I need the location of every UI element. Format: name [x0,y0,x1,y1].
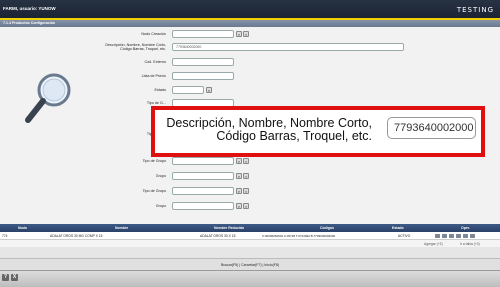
cell-nombre-reducido: ADALAT OROS 30 X 15 [200,234,236,238]
grupo-input[interactable] [172,172,234,180]
action-links[interactable]: Buscar(F5) | Cancelar(F7) | Inicio(F8) [0,263,500,267]
clear-icon[interactable]: × [243,173,249,179]
edit-icon[interactable] [435,234,440,238]
grupo-label: Grupo [155,174,166,178]
tipo-grupo-label: Tipo de G... [146,101,166,105]
lista-precio-input[interactable] [172,72,234,80]
tipo-grupo-label: Tipo de G... [46,132,166,136]
search-icon[interactable]: ⌕ [236,203,242,209]
column-estado[interactable]: Estado [392,226,404,230]
cell-estado: ACTIVO [398,234,411,238]
column-nombre-reducido[interactable]: Nombre Reducido [214,226,244,230]
row-lista-precio: Lista de Precio [0,72,500,81]
table-footer: Agregar (+Z) Ir a tabla (+0) [0,240,500,247]
estado-input[interactable] [172,86,204,94]
search-icon[interactable]: ⌕ [236,173,242,179]
row-cod-externo: Cód. Externo [0,58,500,67]
tipo-grupo-label: Tipo de Grupo [142,189,166,193]
copy-icon[interactable] [449,234,454,238]
cell-nombre: ADALAT OROS 30 MG COMP X 15 [50,234,103,238]
action-bar: Buscar(F5) | Cancelar(F7) | Inicio(F8) [0,258,500,270]
row-tipo-grupo-3: Tipo de Grupo ⌕ × [0,157,500,166]
row-tipo-grupo-4: Tipo de Grupo ⌕ × [0,187,500,196]
breadcrumb: 7.1.4 Productos Configuración [0,20,500,27]
descripcion-label-line2: Código Barras, Troquel, etc. [120,47,166,51]
cell-codigos: X:00006052991 A:03748 T:3744992 B:779364… [262,234,336,238]
close-button[interactable]: X [11,274,18,281]
clear-icon[interactable]: × [243,203,249,209]
column-oper: Oper. [461,226,470,230]
column-codigos[interactable]: Códigos [320,226,334,230]
status-bar: ? X [0,270,500,287]
clear-icon[interactable]: × [243,158,249,164]
list-icon[interactable] [463,234,468,238]
view-icon[interactable] [442,234,447,238]
descripcion-label: Descripción, Nombre, Nombre Corto, Códig… [46,43,166,51]
search-icon[interactable]: ⌕ [236,188,242,194]
cod-externo-input[interactable] [172,58,234,66]
app-title: FARMI, usuario: YUNOW [3,6,56,11]
search-icon[interactable]: ⌕ [206,87,212,93]
grupo-input[interactable] [172,202,234,210]
callout-input[interactable]: 7793640002000 [387,117,476,139]
search-icon[interactable]: ⌕ [236,158,242,164]
row-descripcion: Descripción, Nombre, Nombre Corto, Códig… [0,43,500,52]
row-nodo-creacion: Nodo Creación ⌕ × [0,30,500,39]
lista-precio-label: Lista de Precio [141,74,166,78]
row-actions [435,234,477,239]
go-to-table-link[interactable]: Ir a tabla (+0) [460,242,480,246]
callout-label-line2: Código Barras, Troquel, etc. [216,129,372,143]
descripcion-input[interactable]: 7793640002000 [172,43,404,51]
row-grupo-2: Grupo ⌕ × [0,202,500,211]
nodo-creacion-label: Nodo Creación [141,32,166,36]
top-bar: FARMI, usuario: YUNOW TESTING [0,0,500,20]
clear-icon[interactable]: × [243,188,249,194]
print-icon[interactable] [456,234,461,238]
add-link[interactable]: Agregar (+Z) [424,242,443,246]
estado-label: Estado [154,88,166,92]
row-estado: Estado ⌕ [0,86,500,95]
tipo-grupo-input[interactable] [172,157,234,165]
cell-nodo: 774 [2,234,8,238]
table-row[interactable]: 774 ADALAT OROS 30 MG COMP X 15 ADALAT O… [0,232,500,240]
delete-icon[interactable] [470,234,475,238]
zoom-callout: Descripción, Nombre, Nombre Corto, Códig… [151,106,485,157]
environment-label: TESTING [456,6,494,14]
search-icon[interactable]: ⌕ [236,31,242,37]
help-button[interactable]: ? [2,274,9,281]
results-table-header: Nodo Nombre Nombre Reducido Códigos Esta… [0,224,500,232]
tipo-grupo-label: Tipo de Grupo [142,159,166,163]
cod-externo-label: Cód. Externo [144,60,166,64]
grupo-label: Grupo [155,204,166,208]
column-nodo[interactable]: Nodo [18,226,27,230]
clear-icon[interactable]: × [243,31,249,37]
nodo-creacion-input[interactable] [172,30,234,38]
row-grupo-1: Grupo ⌕ × [0,172,500,181]
column-nombre[interactable]: Nombre [115,226,128,230]
callout-label: Descripción, Nombre, Nombre Corto, Códig… [155,117,372,143]
tipo-grupo-input[interactable] [172,187,234,195]
